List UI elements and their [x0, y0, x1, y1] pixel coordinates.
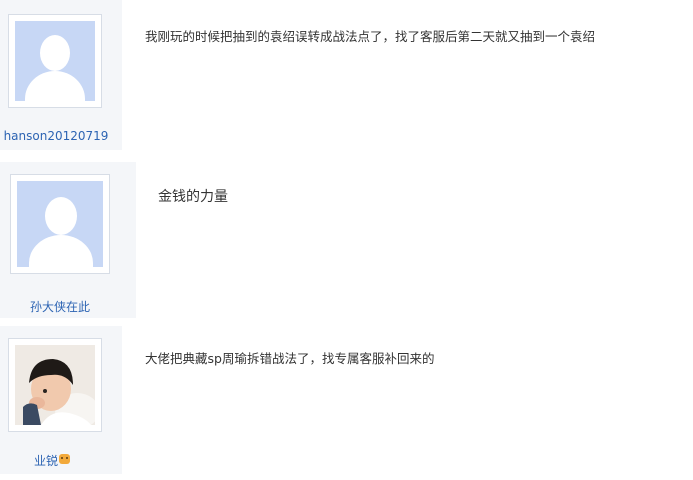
- avatar[interactable]: [8, 14, 102, 108]
- child-photo-icon: [15, 345, 95, 425]
- post-content: 大佬把典藏sp周瑜拆错战法了，找专属客服补回来的: [145, 351, 435, 366]
- tiger-face-icon: [59, 454, 70, 464]
- post-content: 我刚玩的时候把抽到的袁绍误转成战法点了，找了客服后第二天就又抽到一个袁绍: [145, 29, 596, 44]
- avatar[interactable]: [8, 338, 102, 432]
- default-avatar-icon: [15, 21, 95, 101]
- child-photo-avatar: [15, 345, 95, 425]
- post-content: 金钱的力量: [158, 189, 228, 205]
- default-avatar-icon: [17, 181, 103, 267]
- username-link[interactable]: 孙大侠在此: [10, 298, 110, 315]
- username-link[interactable]: hanson20120719: [0, 129, 112, 143]
- username-text: 业锐: [33, 454, 58, 468]
- avatar[interactable]: [10, 174, 110, 274]
- username-link[interactable]: 业锐: [22, 452, 82, 469]
